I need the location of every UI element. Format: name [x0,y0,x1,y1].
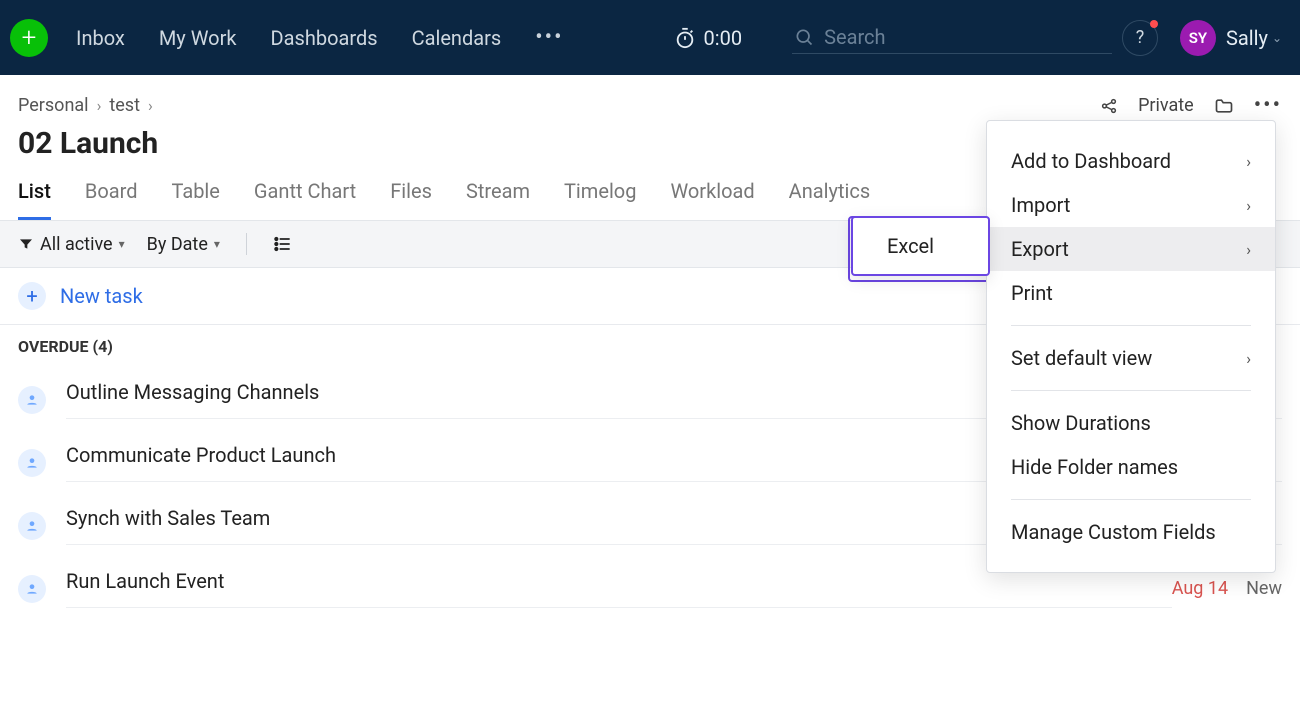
search-icon [794,27,814,47]
tab-timelog[interactable]: Timelog [564,179,636,220]
filter-dropdown[interactable]: All active ▾ [18,234,125,255]
breadcrumb-item[interactable]: test [109,95,140,116]
new-task-label: New task [60,284,143,308]
chevron-right-icon: › [1246,240,1251,259]
chevron-right-icon: › [97,96,102,115]
task-status: New [1246,578,1282,599]
toolbar-divider [246,233,247,255]
menu-item-label: Set default view [1011,346,1152,370]
menu-item-label: Export [1011,237,1069,261]
assignee-avatar-icon [18,575,46,603]
menu-manage-custom-fields[interactable]: Manage Custom Fields [987,510,1275,554]
tab-board[interactable]: Board [85,179,138,220]
global-add-button[interactable]: + [10,19,48,57]
menu-item-label: Hide Folder names [1011,455,1178,479]
task-due-date: Aug 14 [1172,578,1228,599]
menu-separator [1011,499,1251,500]
menu-export[interactable]: Export › [987,227,1275,271]
tab-workload[interactable]: Workload [670,179,754,220]
nav-more-icon[interactable]: ••• [535,25,563,50]
menu-item-label: Print [1011,281,1053,305]
tab-list[interactable]: List [18,179,51,220]
assignee-avatar-icon [18,449,46,477]
export-submenu: Excel [851,216,990,276]
assignee-avatar-icon [18,512,46,540]
menu-item-label: Manage Custom Fields [1011,520,1216,544]
folder-icon[interactable] [1214,96,1234,116]
assignee-avatar-icon [18,386,46,414]
nav-dashboards[interactable]: Dashboards [271,26,378,50]
tab-table[interactable]: Table [171,179,219,220]
global-search[interactable] [792,21,1112,54]
menu-add-to-dashboard[interactable]: Add to Dashboard › [987,139,1275,183]
nav-inbox[interactable]: Inbox [76,26,125,50]
user-menu-caret-icon[interactable]: ⌄ [1272,31,1282,45]
tab-files[interactable]: Files [390,179,432,220]
share-icon[interactable] [1100,97,1118,115]
menu-set-default-view[interactable]: Set default view › [987,336,1275,380]
export-excel[interactable]: Excel [887,234,934,258]
filter-label: All active [40,234,113,255]
help-button[interactable]: ? [1122,20,1158,56]
chevron-right-icon: › [148,96,153,115]
subheader: Personal › test › Private ••• [0,75,1300,118]
stopwatch-icon [674,27,696,49]
menu-separator [1011,390,1251,391]
chevron-right-icon: › [1246,349,1251,368]
more-menu-icon[interactable]: ••• [1254,93,1282,118]
chevron-right-icon: › [1246,196,1251,215]
plus-icon: + [18,282,46,310]
task-title: Run Launch Event [66,569,1172,608]
menu-hide-folder-names[interactable]: Hide Folder names [987,445,1275,489]
menu-show-durations[interactable]: Show Durations [987,401,1275,445]
tab-stream[interactable]: Stream [466,179,530,220]
breadcrumb-root[interactable]: Personal [18,95,89,116]
menu-separator [1011,325,1251,326]
menu-import[interactable]: Import › [987,183,1275,227]
nav-calendars[interactable]: Calendars [412,26,502,50]
user-avatar[interactable]: SY [1180,20,1216,56]
chevron-right-icon: › [1246,152,1251,171]
sort-label: By Date [147,234,208,255]
list-options-icon[interactable] [273,234,293,254]
menu-item-label: Show Durations [1011,411,1151,435]
timer[interactable]: 0:00 [674,26,743,50]
search-input[interactable] [824,25,1110,49]
more-menu: Add to Dashboard › Import › Export › Pri… [986,120,1276,573]
menu-item-label: Import [1011,193,1070,217]
top-nav: + Inbox My Work Dashboards Calendars •••… [0,0,1300,75]
filter-icon [18,236,34,252]
tab-analytics[interactable]: Analytics [789,179,871,220]
menu-item-label: Add to Dashboard [1011,149,1171,173]
menu-print[interactable]: Print [987,271,1275,315]
tab-gantt[interactable]: Gantt Chart [254,179,356,220]
timer-value: 0:00 [704,26,743,50]
privacy-label[interactable]: Private [1138,95,1194,116]
nav-mywork[interactable]: My Work [159,26,237,50]
sort-dropdown[interactable]: By Date ▾ [147,234,220,255]
caret-down-icon: ▾ [119,237,125,251]
caret-down-icon: ▾ [214,237,220,251]
user-name[interactable]: Sally [1226,26,1268,50]
